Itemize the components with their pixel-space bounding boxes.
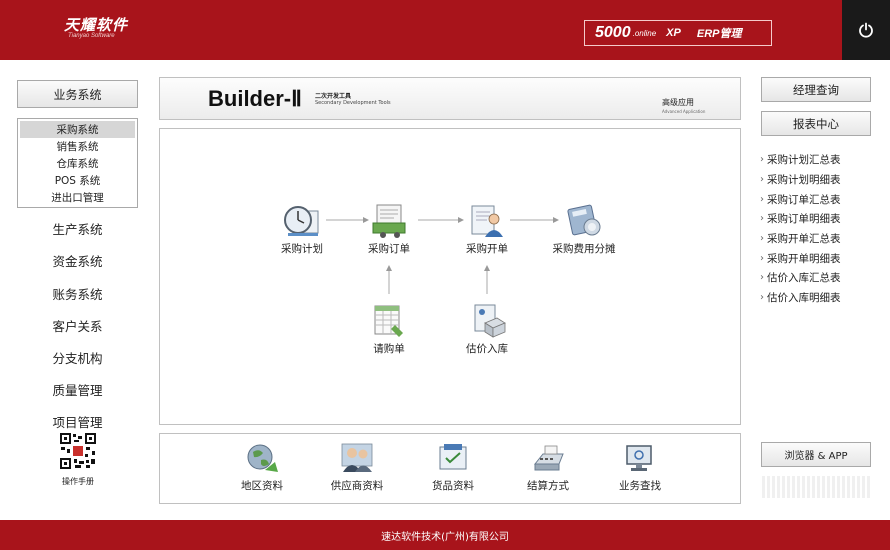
builder-subtitle-en: Secondary Development Tools	[315, 100, 391, 106]
chevron-right-icon: ›	[760, 213, 764, 225]
flow-purchase-cost-allocation-label: 采购费用分摊	[552, 243, 616, 255]
tool-region-data-label: 地区资料	[241, 480, 283, 492]
tool-supplier-data-label: 供应商资料	[330, 480, 384, 492]
globe-icon	[247, 444, 278, 472]
decorative-pattern	[762, 476, 870, 498]
qr-code-icon[interactable]	[59, 432, 97, 470]
calculator-icon	[567, 204, 601, 236]
builder-subtitle-cn: 二次开发工具	[315, 93, 352, 100]
subnav-item-sales[interactable]: 销售系统	[20, 138, 135, 155]
badge-erp: ERP管理	[696, 28, 742, 40]
tool-region-data[interactable]: 地区资料	[227, 442, 297, 493]
basic-data-toolbar: 地区资料 供应商资料 货品资料 结算方式 业务查找	[159, 433, 741, 504]
tool-goods-data-label: 货品资料	[432, 480, 474, 492]
monitor-search-icon	[626, 445, 652, 471]
flow-arrows	[326, 217, 559, 294]
app-footer: 速达软件技术(广州)有限公司	[0, 520, 890, 550]
flow-purchase-order[interactable]: 采购订单	[349, 203, 429, 256]
flow-purchase-invoice-label: 采购开单	[466, 243, 508, 255]
user-document-icon	[471, 205, 503, 237]
purchase-flow-panel: 采购计划 采购订单 采购开单 采购费用分摊 请购单 估价入库	[159, 128, 741, 425]
report-item-label: 采购开单明细表	[767, 252, 841, 265]
manager-query-button[interactable]: 经理查询	[761, 77, 871, 102]
chevron-right-icon: ›	[760, 233, 764, 245]
browser-app-button[interactable]: 浏览器 & APP	[761, 442, 871, 467]
badge-number: 5000	[595, 24, 631, 41]
app-header: 天耀软件 Tianyao Software 5000 .online XP ER…	[0, 0, 890, 60]
report-item-label: 采购计划明细表	[767, 174, 841, 187]
flow-purchase-invoice[interactable]: 采购开单	[447, 203, 527, 256]
manual-link[interactable]: 操作手册	[40, 476, 116, 487]
app-logo-subtitle: Tianyao Software	[68, 33, 115, 39]
flow-requisition[interactable]: 请购单	[349, 303, 429, 356]
subnav-item-pos[interactable]: POS 系统	[20, 172, 135, 189]
nav-item-funds[interactable]: 资金系统	[17, 249, 138, 271]
chevron-right-icon: ›	[760, 292, 764, 304]
flow-estimate-inbound[interactable]: 估价入库	[447, 303, 527, 356]
report-item[interactable]: › 估价入库明细表	[760, 288, 880, 308]
nav-item-production[interactable]: 生产系统	[17, 217, 138, 239]
tool-goods-data[interactable]: 货品资料	[418, 442, 488, 493]
advanced-app-en: Advanced Application	[662, 109, 706, 114]
tool-business-search[interactable]: 业务查找	[605, 442, 675, 493]
builder-title: Builder-Ⅱ	[208, 86, 302, 111]
nav-item-accounting[interactable]: 账务系统	[17, 282, 138, 304]
flow-estimate-inbound-label: 估价入库	[466, 343, 508, 355]
chevron-right-icon: ›	[760, 193, 764, 205]
flow-purchase-cost-allocation[interactable]: 采购费用分摊	[544, 203, 624, 256]
product-badge: 5000 .online XP ERP管理	[584, 20, 772, 46]
users-icon	[341, 443, 373, 472]
builder-banner[interactable]: Builder-Ⅱ 二次开发工具 Secondary Development T…	[159, 77, 741, 120]
flow-requisition-label: 请购单	[373, 343, 405, 355]
chevron-right-icon: ›	[760, 154, 764, 166]
flow-purchase-plan-label: 采购计划	[281, 243, 323, 255]
report-item[interactable]: › 采购计划汇总表	[760, 150, 880, 170]
app-logo: 天耀软件	[64, 16, 129, 34]
badge-xp: XP	[666, 27, 681, 39]
spreadsheet-icon	[374, 305, 403, 337]
power-icon	[859, 22, 873, 38]
nav-item-branches[interactable]: 分支机构	[17, 346, 138, 368]
card-terminal-icon	[533, 445, 564, 471]
badge-online: .online	[632, 28, 657, 38]
advanced-app-cn[interactable]: 高级应用	[662, 97, 694, 108]
nav-item-customer-relations[interactable]: 客户关系	[17, 314, 138, 336]
report-item[interactable]: › 采购开单明细表	[760, 248, 880, 268]
report-item[interactable]: › 估价入库汇总表	[760, 268, 880, 288]
report-item-label: 采购计划汇总表	[767, 154, 841, 167]
report-item[interactable]: › 采购订单汇总表	[760, 189, 880, 209]
report-item-label: 采购订单明细表	[767, 213, 841, 226]
nav-item-projects[interactable]: 项目管理	[17, 410, 138, 432]
clock-document-icon	[284, 206, 319, 236]
checklist-icon	[439, 444, 467, 470]
report-list: › 采购计划汇总表 › 采购计划明细表 › 采购订单汇总表 › 采购订单明细表 › 采购开…	[760, 150, 880, 308]
chevron-right-icon: ›	[760, 174, 764, 186]
report-item-label: 采购订单汇总表	[767, 193, 841, 206]
chevron-right-icon: ›	[760, 252, 764, 264]
business-subnav: 采购系统 销售系统 仓库系统 POS 系统 进出口管理	[17, 118, 138, 208]
nav-item-quality[interactable]: 质量管理	[17, 378, 138, 400]
cash-register-icon	[372, 204, 406, 238]
subnav-item-warehouse[interactable]: 仓库系统	[20, 155, 135, 172]
report-item-label: 估价入库汇总表	[767, 272, 841, 285]
box-document-icon	[474, 304, 506, 338]
flow-purchase-order-label: 采购订单	[368, 243, 410, 255]
power-button[interactable]	[842, 0, 890, 60]
report-item-label: 采购开单汇总表	[767, 233, 841, 246]
tool-settlement-method[interactable]: 结算方式	[513, 442, 583, 493]
report-item[interactable]: › 采购开单汇总表	[760, 229, 880, 249]
report-item[interactable]: › 采购计划明细表	[760, 170, 880, 190]
report-item[interactable]: › 采购订单明细表	[760, 209, 880, 229]
tool-business-search-label: 业务查找	[619, 480, 661, 492]
chevron-right-icon: ›	[760, 272, 764, 284]
subnav-item-purchase[interactable]: 采购系统	[20, 121, 135, 138]
business-system-button[interactable]: 业务系统	[17, 80, 138, 108]
company-name: 速达软件技术(广州)有限公司	[381, 531, 509, 543]
subnav-item-import-export[interactable]: 进出口管理	[20, 189, 135, 206]
flow-purchase-plan[interactable]: 采购计划	[262, 203, 342, 256]
tool-settlement-method-label: 结算方式	[527, 480, 569, 492]
tool-supplier-data[interactable]: 供应商资料	[322, 442, 392, 493]
report-item-label: 估价入库明细表	[767, 292, 841, 305]
report-center-button[interactable]: 报表中心	[761, 111, 871, 136]
